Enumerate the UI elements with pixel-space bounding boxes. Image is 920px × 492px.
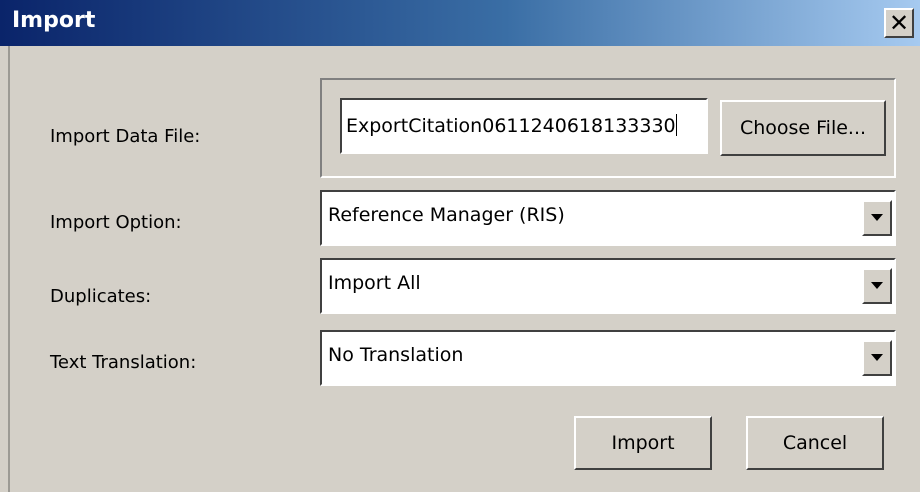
- cancel-button[interactable]: Cancel: [746, 416, 884, 470]
- left-border: [8, 46, 10, 492]
- text-translation-select[interactable]: No Translation: [320, 330, 896, 386]
- import-button[interactable]: Import: [574, 416, 712, 470]
- import-data-file-label: Import Data File:: [50, 126, 201, 147]
- close-icon: ✕: [888, 9, 910, 37]
- duplicates-label: Duplicates:: [50, 286, 152, 307]
- choose-file-button[interactable]: Choose File...: [720, 100, 886, 156]
- file-input-value: ExportCitation0611240618133330: [346, 115, 676, 137]
- close-button[interactable]: ✕: [884, 8, 914, 38]
- duplicates-value: Import All: [328, 272, 421, 294]
- dropdown-arrow-icon[interactable]: [862, 268, 892, 304]
- import-button-label: Import: [611, 432, 675, 454]
- text-translation-value: No Translation: [328, 344, 464, 366]
- choose-file-label: Choose File...: [739, 117, 867, 139]
- import-option-select[interactable]: Reference Manager (RIS): [320, 190, 896, 246]
- import-option-value: Reference Manager (RIS): [328, 204, 565, 226]
- import-option-label: Import Option:: [50, 212, 182, 233]
- import-dialog: Import ✕ Import Data File: ExportCitatio…: [0, 0, 920, 492]
- title-bar[interactable]: Import ✕: [0, 0, 920, 46]
- dropdown-arrow-icon[interactable]: [862, 340, 892, 376]
- cancel-button-label: Cancel: [782, 432, 848, 454]
- import-data-file-input[interactable]: ExportCitation0611240618133330: [340, 98, 708, 154]
- duplicates-select[interactable]: Import All: [320, 258, 896, 314]
- text-translation-label: Text Translation:: [50, 352, 197, 373]
- dropdown-arrow-icon[interactable]: [862, 200, 892, 236]
- dialog-title: Import: [12, 8, 96, 33]
- text-caret: [675, 114, 677, 136]
